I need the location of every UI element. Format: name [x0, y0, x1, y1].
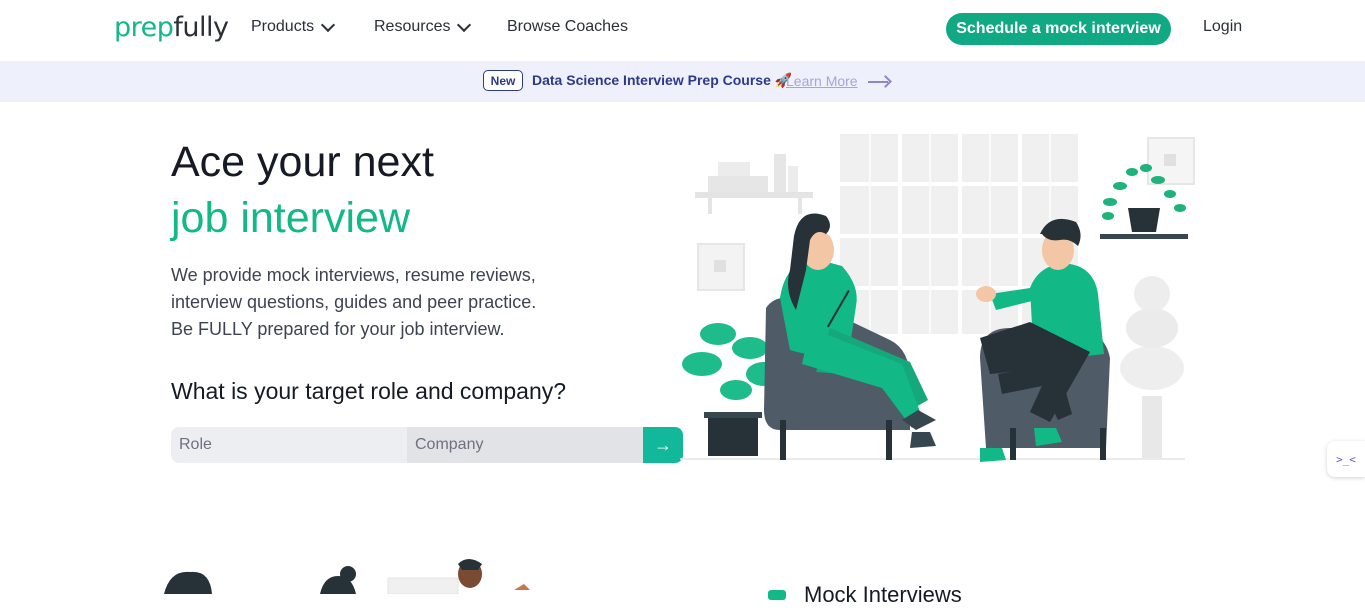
- arrow-right-icon: →: [654, 434, 672, 455]
- nav-resources-label: Resources: [374, 18, 451, 35]
- nav-resources-menu[interactable]: Resources: [374, 17, 472, 36]
- search-submit-button[interactable]: →: [643, 427, 683, 463]
- schedule-mock-interview-button[interactable]: Schedule a mock interview: [946, 13, 1171, 45]
- chevron-down-icon: [321, 17, 336, 32]
- checkbox-icon: [768, 590, 786, 600]
- feedback-widget-button[interactable]: >_<: [1327, 441, 1365, 477]
- hero-title-line2: job interview: [171, 194, 410, 242]
- mock-interviews-heading: Mock Interviews: [804, 582, 962, 607]
- top-navbar: prepfully Products Resources Browse Coac…: [0, 0, 1365, 61]
- nav-browse-coaches-link[interactable]: Browse Coaches: [507, 18, 628, 36]
- login-link[interactable]: Login: [1203, 18, 1242, 36]
- hero-title-line1: Ace your next: [171, 138, 434, 186]
- new-badge: New: [483, 70, 523, 91]
- company-input[interactable]: [407, 427, 643, 463]
- nav-products-menu[interactable]: Products: [251, 17, 336, 36]
- role-input[interactable]: [171, 427, 407, 463]
- target-role-question: What is your target role and company?: [171, 378, 567, 404]
- nav-products-label: Products: [251, 18, 315, 35]
- banner-text[interactable]: Data Science Interview Prep Course 🚀: [532, 72, 792, 89]
- interview-illustration: [680, 134, 1195, 462]
- learn-more-link[interactable]: Learn More: [786, 73, 858, 89]
- prepfully-logo[interactable]: prepfully: [114, 12, 229, 44]
- chevron-down-icon: [457, 17, 472, 32]
- nav-browse-coaches-label: Browse Coaches: [507, 18, 628, 35]
- chat-icon: >_<: [1336, 452, 1356, 466]
- hero-description: We provide mock interviews, resume revie…: [171, 265, 537, 339]
- bottom-illustration: [164, 559, 530, 594]
- announcement-banner: New Data Science Interview Prep Course 🚀…: [0, 61, 1365, 102]
